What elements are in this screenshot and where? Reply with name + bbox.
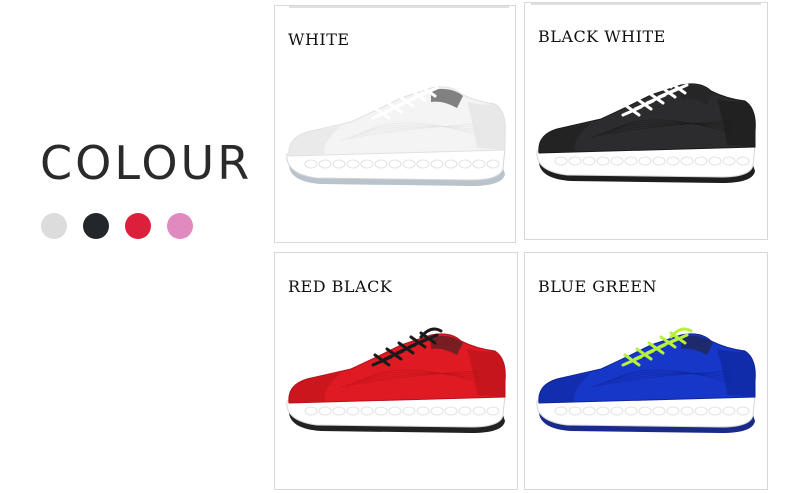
card-label: BLUE GREEN [538,277,657,296]
pink-swatch[interactable] [167,213,193,239]
card-label: RED BLACK [288,277,393,296]
shoe-blue-green-image [536,327,756,433]
shoe-black-white-image [536,77,756,183]
card-blue-green[interactable]: BLUE GREEN [524,252,768,490]
card-white[interactable]: WHITE [274,5,516,243]
red-swatch[interactable] [125,213,151,239]
card-label: BLACK WHITE [538,27,666,46]
black-swatch[interactable] [83,213,109,239]
shoe-white-image [286,80,506,186]
colour-heading: COLOUR [40,136,253,190]
card-red-black[interactable]: RED BLACK [274,252,518,490]
card-black-white[interactable]: BLACK WHITE [524,2,768,240]
white-swatch[interactable] [41,213,67,239]
shoe-red-black-image [286,327,506,433]
card-label: WHITE [288,30,350,49]
color-swatches [41,213,193,239]
